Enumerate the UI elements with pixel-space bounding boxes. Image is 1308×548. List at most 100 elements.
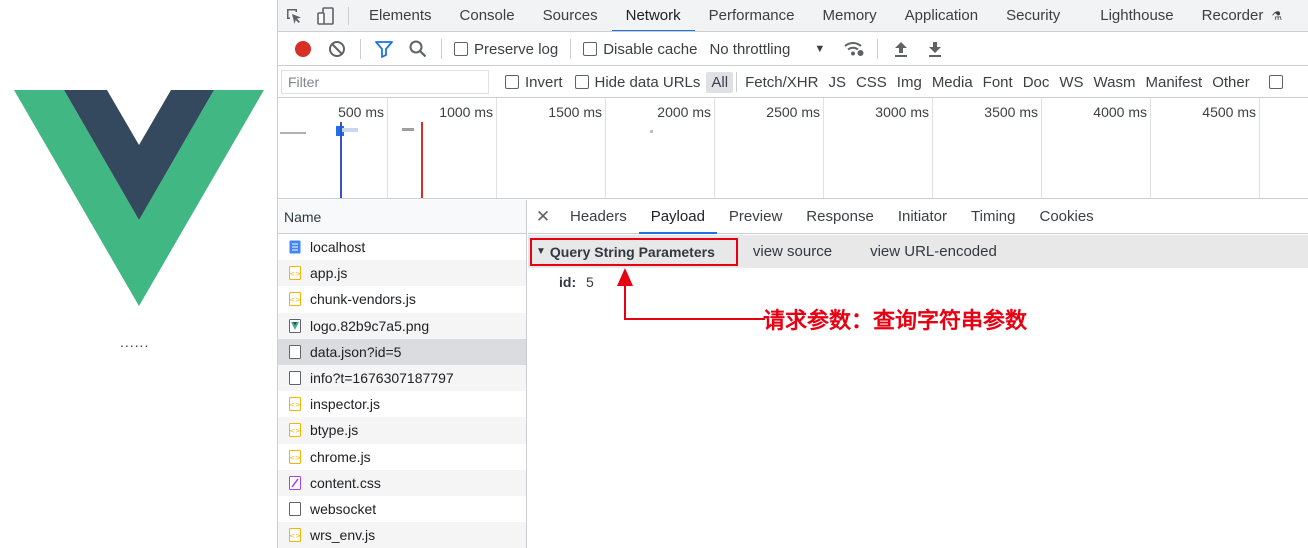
filter-input[interactable] xyxy=(281,70,489,94)
tab-elements[interactable]: Elements xyxy=(355,0,446,31)
param-key: id: xyxy=(559,274,577,290)
devtools-panel: Elements Console Sources Network Perform… xyxy=(277,0,1308,548)
tab-console[interactable]: Console xyxy=(446,0,529,31)
divider xyxy=(348,6,349,25)
network-conditions-icon[interactable] xyxy=(841,36,867,62)
hide-data-urls-checkbox[interactable]: Hide data URLs xyxy=(574,74,700,91)
type-filter-css[interactable]: CSS xyxy=(851,72,892,93)
type-filter-wasm[interactable]: Wasm xyxy=(1089,72,1141,93)
clear-icon[interactable] xyxy=(324,36,350,62)
request-row[interactable]: <> inspector.js xyxy=(278,391,526,417)
type-filter-other[interactable]: Other xyxy=(1207,72,1255,93)
record-icon[interactable] xyxy=(290,36,316,62)
tab-headers[interactable]: Headers xyxy=(558,200,639,234)
grid-line xyxy=(714,98,715,198)
dom-content-loaded-line xyxy=(340,122,342,198)
inspect-element-icon[interactable] xyxy=(278,0,310,31)
type-filter-media[interactable]: Media xyxy=(927,72,978,93)
filter-icon[interactable] xyxy=(371,36,397,62)
tab-application[interactable]: Application xyxy=(891,0,992,31)
name-column-header[interactable]: Name xyxy=(278,200,526,234)
timeline-activity-bar xyxy=(280,132,306,134)
tab-memory[interactable]: Memory xyxy=(809,0,891,31)
tab-cookies[interactable]: Cookies xyxy=(1027,200,1105,234)
type-filter-js[interactable]: JS xyxy=(823,72,851,93)
checkbox-box xyxy=(574,75,589,89)
svg-text:<>: <> xyxy=(289,427,301,435)
request-row[interactable]: data.json?id=5 xyxy=(278,338,526,365)
preserve-log-label: Preserve log xyxy=(474,40,559,58)
invert-checkbox[interactable]: Invert xyxy=(505,74,563,91)
request-row[interactable]: logo.82b9c7a5.png xyxy=(278,312,526,339)
view-url-encoded-link[interactable]: view URL-encoded xyxy=(870,243,997,260)
tab-recorder[interactable]: Recorder ⚗ xyxy=(1188,0,1287,31)
chevron-down-icon[interactable]: ▼ xyxy=(814,43,825,55)
network-overview-timeline[interactable]: 500 ms 1000 ms 1500 ms 2000 ms 2500 ms 3… xyxy=(278,98,1308,199)
xhr-file-icon xyxy=(288,371,301,386)
request-row[interactable]: <> chrome.js xyxy=(278,444,526,470)
type-filter-doc[interactable]: Doc xyxy=(1018,72,1055,93)
script-file-icon: <> xyxy=(288,449,301,464)
tick-label: 3000 ms xyxy=(875,104,929,120)
request-row[interactable]: localhost xyxy=(278,234,526,260)
grid-line xyxy=(1150,98,1151,198)
app-preview: ...... xyxy=(0,0,277,548)
disable-cache-checkbox[interactable]: Disable cache xyxy=(583,41,697,58)
request-row[interactable]: info?t=1676307187797 xyxy=(278,364,526,392)
invert-label: Invert xyxy=(525,73,563,91)
type-filter-fetch-xhr[interactable]: Fetch/XHR xyxy=(740,72,823,93)
preserve-log-checkbox[interactable]: Preserve log xyxy=(454,41,558,58)
script-file-icon: <> xyxy=(288,423,301,438)
tab-preview[interactable]: Preview xyxy=(717,200,794,234)
throttling-select[interactable]: No throttling xyxy=(709,41,790,58)
svg-text:<>: <> xyxy=(289,401,301,409)
request-name: data.json?id=5 xyxy=(310,343,402,360)
download-icon[interactable] xyxy=(922,36,948,62)
grid-line xyxy=(387,98,388,198)
svg-text:<>: <> xyxy=(289,532,301,540)
tab-payload[interactable]: Payload xyxy=(638,200,717,234)
divider xyxy=(441,39,442,59)
grid-line xyxy=(496,98,497,198)
request-row[interactable]: <> btype.js xyxy=(278,417,526,444)
request-row[interactable]: content.css xyxy=(278,469,526,496)
tab-timing[interactable]: Timing xyxy=(959,200,1027,234)
blocked-requests-checkbox[interactable] xyxy=(1268,75,1289,89)
request-row[interactable]: <> app.js xyxy=(278,260,526,287)
timeline-activity-bar xyxy=(342,128,358,132)
tab-sources[interactable]: Sources xyxy=(529,0,612,31)
filter-bar: Invert Hide data URLs All Fetch/XHR JS C… xyxy=(278,67,1308,98)
request-row[interactable]: <> wrs_env.js xyxy=(278,522,526,548)
tab-initiator[interactable]: Initiator xyxy=(886,200,959,234)
close-icon[interactable]: ✕ xyxy=(528,207,558,227)
request-row[interactable]: websocket xyxy=(278,496,526,522)
tab-lighthouse[interactable]: Lighthouse xyxy=(1086,0,1187,31)
type-filter-manifest[interactable]: Manifest xyxy=(1141,72,1208,93)
divider xyxy=(736,72,738,92)
request-rows: localhost <> app.js <> chunk-vendors.js logo.… xyxy=(278,234,526,548)
svg-text:<>: <> xyxy=(289,454,301,462)
type-filter-img[interactable]: Img xyxy=(892,72,927,93)
tab-security[interactable]: Security xyxy=(992,0,1074,31)
script-file-icon: <> xyxy=(288,292,301,307)
type-filter-font[interactable]: Font xyxy=(978,72,1018,93)
request-row[interactable]: <> chunk-vendors.js xyxy=(278,286,526,312)
request-name: chunk-vendors.js xyxy=(310,291,416,308)
type-filter-ws[interactable]: WS xyxy=(1054,72,1088,93)
upload-icon[interactable] xyxy=(888,36,914,62)
flask-icon: ⚗ xyxy=(1271,8,1283,23)
device-toolbar-icon[interactable] xyxy=(310,0,342,31)
view-source-link[interactable]: view source xyxy=(753,243,832,260)
tick-label: 2500 ms xyxy=(766,104,820,120)
search-icon[interactable] xyxy=(405,36,431,62)
type-filter-all[interactable]: All xyxy=(706,71,734,93)
tab-response[interactable]: Response xyxy=(794,200,886,234)
image-file-icon xyxy=(288,318,301,333)
ws-file-icon xyxy=(288,501,301,516)
stylesheet-file-icon xyxy=(288,475,301,490)
tab-network[interactable]: Network xyxy=(611,0,695,31)
timeline-activity-bar xyxy=(650,130,653,133)
tab-performance[interactable]: Performance xyxy=(695,0,809,31)
divider xyxy=(360,39,361,59)
script-file-icon: <> xyxy=(288,528,301,543)
